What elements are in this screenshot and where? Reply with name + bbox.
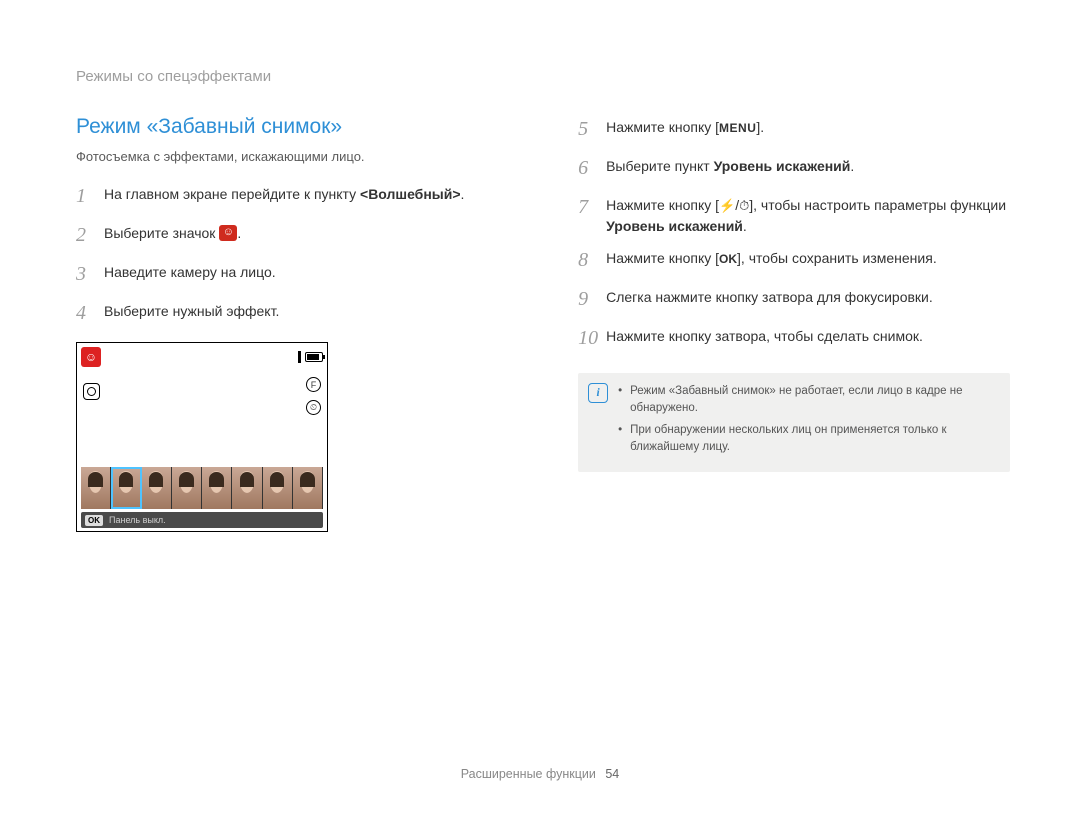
step-text: Слегка нажмите кнопку затвора для фокуси… — [606, 285, 933, 307]
step-post: . — [461, 186, 465, 202]
step-number: 3 — [76, 260, 104, 289]
left-column: Режим «Забавный снимок» Фотосъемка с эфф… — [76, 115, 498, 532]
step-4: 4 Выберите нужный эффект. — [76, 299, 498, 328]
step-number: 9 — [578, 285, 606, 314]
step-text: Нажмите кнопку [ — [606, 119, 719, 135]
signal-icon — [298, 351, 301, 363]
ok-badge: OK — [85, 515, 103, 526]
step-2: 2 Выберите значок . — [76, 221, 498, 250]
page-title: Режим «Забавный снимок» — [76, 115, 498, 139]
step-bold: Уровень искажений — [714, 158, 851, 174]
step-text: На главном экране перейдите к пункту — [104, 186, 360, 202]
effect-thumb — [202, 467, 232, 509]
flash-status-icon: F — [306, 377, 321, 392]
step-post: ]. — [756, 119, 764, 135]
step-5: 5 Нажмите кнопку [MENU]. — [578, 115, 1010, 144]
step-text: Наведите камеру на лицо. — [104, 260, 276, 282]
page-number: 54 — [605, 767, 619, 781]
step-number: 8 — [578, 246, 606, 275]
note-item: Режим «Забавный снимок» не работает, есл… — [618, 383, 996, 418]
ok-key-icon: OK — [719, 252, 737, 266]
page-footer: Расширенные функции 54 — [0, 767, 1080, 781]
effect-thumb — [172, 467, 202, 509]
panel-off-label: Панель выкл. — [109, 515, 166, 525]
footer-section: Расширенные функции — [461, 767, 596, 781]
timer-key-icon — [739, 197, 749, 213]
step-text: Выберите значок — [104, 225, 219, 241]
step-8: 8 Нажмите кнопку [OK], чтобы сохранить и… — [578, 246, 1010, 275]
step-1: 1 На главном экране перейдите к пункту <… — [76, 182, 498, 211]
step-number: 2 — [76, 221, 104, 250]
effect-thumb-selected — [111, 467, 141, 509]
effect-thumb — [293, 467, 323, 509]
step-number: 10 — [578, 324, 606, 353]
effect-thumb — [142, 467, 172, 509]
note-item: При обнаружении нескольких лиц он примен… — [618, 422, 996, 457]
step-10: 10 Нажмите кнопку затвора, чтобы сделать… — [578, 324, 1010, 353]
step-text: Нажмите кнопку [ — [606, 197, 719, 213]
step-text: Нажмите кнопку затвора, чтобы сделать сн… — [606, 324, 923, 346]
step-number: 5 — [578, 115, 606, 144]
info-icon: i — [588, 383, 608, 403]
step-mid: ], чтобы сохранить изменения. — [737, 250, 937, 266]
breadcrumb: Режимы со спецэффектами — [76, 68, 1010, 85]
step-3: 3 Наведите камеру на лицо. — [76, 260, 498, 289]
step-number: 7 — [578, 193, 606, 222]
step-number: 4 — [76, 299, 104, 328]
effect-strip — [81, 467, 323, 509]
timer-status-icon: ⏲ — [306, 400, 321, 415]
step-6: 6 Выберите пункт Уровень искажений. — [578, 154, 1010, 183]
step-9: 9 Слегка нажмите кнопку затвора для фоку… — [578, 285, 1010, 314]
step-number: 6 — [578, 154, 606, 183]
face-detect-icon — [83, 383, 100, 400]
battery-icon — [305, 352, 323, 362]
step-7: 7 Нажмите кнопку [/], чтобы настроить па… — [578, 193, 1010, 236]
camera-preview: F ⏲ OK Панель выкл. — [76, 342, 328, 532]
menu-key-icon: MENU — [719, 121, 756, 135]
flash-key-icon — [719, 197, 735, 213]
step-post: . — [743, 218, 747, 234]
step-text: Выберите нужный эффект. — [104, 299, 279, 321]
face-effect-icon — [219, 225, 237, 241]
step-text: Выберите пункт — [606, 158, 713, 174]
subtitle: Фотосъемка с эффектами, искажающими лицо… — [76, 149, 498, 164]
step-mid: ], чтобы настроить параметры функции — [749, 197, 1006, 213]
step-post: . — [237, 225, 241, 241]
step-text: Нажмите кнопку [ — [606, 250, 719, 266]
right-column: 5 Нажмите кнопку [MENU]. 6 Выберите пунк… — [578, 115, 1010, 532]
step-bold: <Волшебный> — [360, 186, 461, 202]
effect-thumb — [81, 467, 111, 509]
step-bold: Уровень искажений — [606, 218, 743, 234]
note-box: i Режим «Забавный снимок» не работает, е… — [578, 373, 1010, 472]
effect-thumb — [263, 467, 293, 509]
step-number: 1 — [76, 182, 104, 211]
effect-thumb — [232, 467, 262, 509]
mode-icon — [81, 347, 101, 367]
step-post: . — [850, 158, 854, 174]
